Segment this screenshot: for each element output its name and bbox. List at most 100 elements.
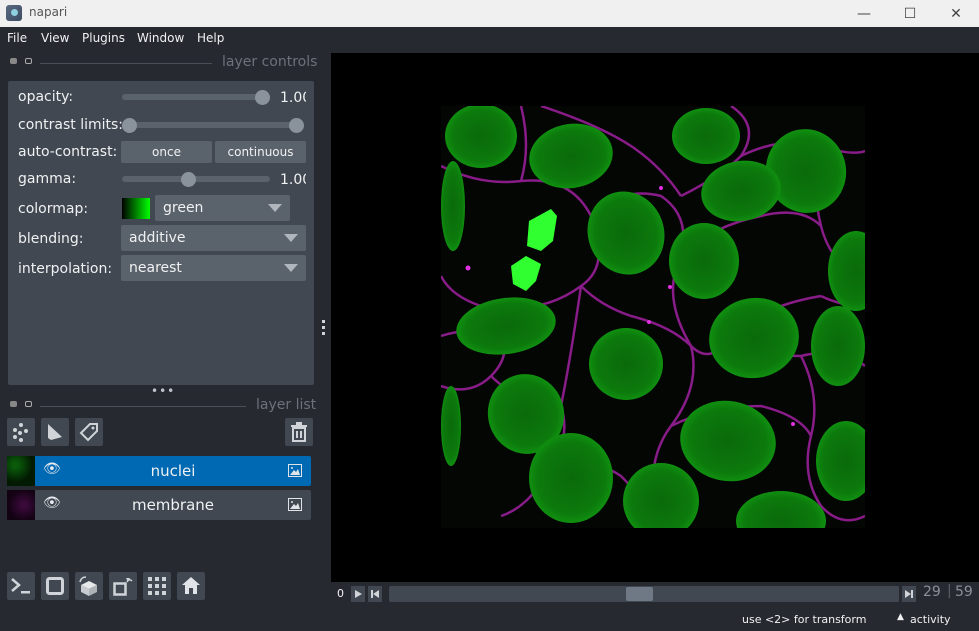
play-button[interactable] [351,586,365,602]
colormap-value: green [163,200,204,216]
current-frame[interactable]: 29 [923,584,941,600]
gamma-slider[interactable] [122,176,270,182]
viewer-canvas[interactable] [331,53,979,582]
window-title: napari [29,5,68,19]
dock-splitter-handle[interactable] [322,320,326,335]
chevron-down-icon [284,234,298,242]
reset-view-button[interactable] [177,572,205,600]
layer-thumbnail [7,456,35,486]
frame-separator: | [947,583,952,599]
status-hint: use <2> for transform [742,613,867,626]
chevron-down-icon [268,204,282,212]
menu-bar: File View Plugins Window Help [0,27,979,51]
colormap-select[interactable]: green [155,195,290,221]
shapes-icon [48,424,62,440]
close-button[interactable]: ✕ [933,0,979,27]
chevron-down-icon [284,264,298,272]
cells-image [441,106,865,528]
grid-view-button[interactable] [143,572,171,600]
skip-forward-icon [905,590,913,598]
roll-cube-icon [79,576,97,596]
console-button[interactable] [7,572,35,600]
float-icon[interactable] [10,401,17,407]
close-icon: ✕ [950,5,962,22]
contrast-high-handle[interactable] [289,118,304,133]
last-frame-button[interactable] [902,586,916,602]
maximize-icon: ☐ [903,5,917,22]
toggle-ndisplay-button[interactable] [41,572,69,600]
opacity-value[interactable]: 1.00 [280,90,306,106]
roll-dims-button[interactable] [75,572,103,600]
interpolation-label: interpolation: [18,261,113,277]
close-dock-icon[interactable] [25,401,32,407]
trash-icon [291,422,307,442]
maximize-button[interactable]: ☐ [887,0,933,27]
float-icon[interactable] [10,58,17,64]
delete-layer-button[interactable] [285,418,313,446]
console-icon [11,578,30,594]
auto-contrast-continuous-button[interactable]: continuous [215,141,306,163]
menu-plugins[interactable]: Plugins [82,31,125,45]
max-frame: 59 [955,584,973,600]
contrast-limits-slider[interactable] [126,122,296,128]
auto-contrast-once-button[interactable]: once [121,141,212,163]
play-icon [355,590,362,598]
blending-value: additive [129,230,186,246]
frame-slider-handle[interactable] [626,587,653,601]
home-icon [182,577,200,594]
colormap-label: colormap: [18,201,89,217]
frame-slider[interactable] [389,586,899,602]
transpose-icon [113,578,133,596]
minimize-icon: — [857,5,871,22]
status-bar: use <2> for transform ▲ activity [0,608,979,631]
gamma-label: gamma: [18,171,77,187]
new-points-layer-button[interactable] [7,418,35,446]
first-frame-button[interactable] [368,586,382,602]
menu-help[interactable]: Help [197,31,224,45]
microscopy-image[interactable] [441,106,865,528]
skip-back-icon [371,590,379,598]
layer-list-header: layer list [0,396,320,416]
blending-label: blending: [18,231,84,247]
new-labels-layer-button[interactable] [75,418,103,446]
activity-button[interactable]: activity [910,613,951,626]
points-icon [13,423,28,442]
layer-list-title: layer list [256,397,317,413]
menu-view[interactable]: View [41,31,69,45]
interpolation-value: nearest [129,260,182,276]
dims-slider-bar: 0 29 | 59 [331,582,979,606]
grid-icon [148,577,166,595]
transpose-dims-button[interactable] [109,572,137,600]
new-shapes-layer-button[interactable] [41,418,69,446]
header-divider [40,406,246,407]
caret-up-icon[interactable]: ▲ [897,612,904,622]
layer-thumbnail [7,490,35,520]
layer-item-nuclei[interactable]: 👁 nuclei [7,456,311,486]
contrast-low-handle[interactable] [122,118,137,133]
layer-item-membrane[interactable]: 👁 membrane [7,490,311,520]
napari-logo-icon [6,5,22,21]
tag-icon [79,423,98,442]
interpolation-select[interactable]: nearest [121,255,306,281]
header-divider [40,63,212,64]
colormap-swatch [122,198,150,219]
minimize-button[interactable]: — [841,0,887,27]
gamma-slider-handle[interactable] [181,172,196,187]
panel-splitter-handle[interactable]: ••• [151,385,175,397]
gamma-value[interactable]: 1.00 [280,172,306,188]
image-layer-icon [288,498,302,511]
layer-name[interactable]: nuclei [35,462,311,480]
layer-name[interactable]: membrane [35,496,311,514]
auto-contrast-label: auto-contrast: [18,144,118,160]
blending-select[interactable]: additive [121,225,306,251]
layer-controls-title: layer controls [222,54,318,70]
title-bar: napari — ☐ ✕ [0,0,979,27]
close-dock-icon[interactable] [25,58,32,64]
opacity-slider-handle[interactable] [255,90,270,105]
layer-controls-header: layer controls [0,53,320,73]
menu-window[interactable]: Window [137,31,184,45]
opacity-slider[interactable] [122,94,270,100]
menu-file[interactable]: File [7,31,27,45]
axis-label[interactable]: 0 [337,587,344,600]
image-layer-icon [288,464,302,477]
